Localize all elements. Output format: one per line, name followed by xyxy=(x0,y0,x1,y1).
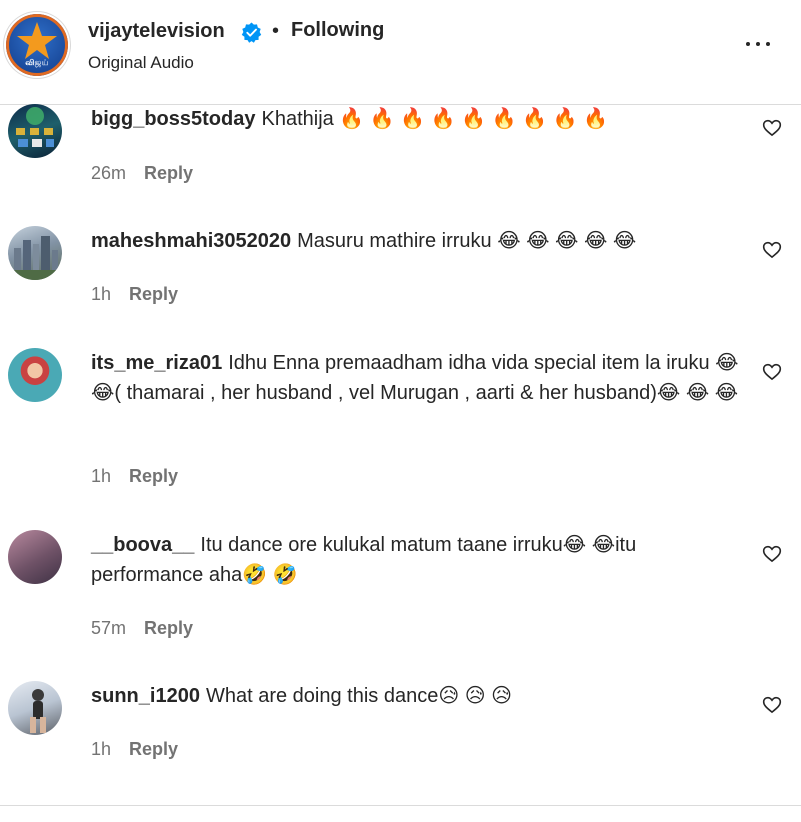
bigg-boss-logo-icon xyxy=(16,107,54,147)
heart-icon[interactable] xyxy=(762,240,782,260)
comment-text: sunn_i1200 What are doing this dance😥 😥 😥 xyxy=(91,681,741,711)
comment-text: maheshmahi3052020 Masuru mathire irruku 😂… xyxy=(91,226,741,256)
avatar[interactable] xyxy=(8,226,62,280)
avatar[interactable] xyxy=(8,681,62,735)
comment-body: What are doing this dance😥 😥 😥 xyxy=(205,685,512,707)
comment-time: 26m xyxy=(91,163,127,183)
comment-time: 1h xyxy=(91,739,112,759)
comment-meta: 26m Reply xyxy=(91,163,193,184)
divider xyxy=(0,805,801,806)
comment-meta: 1h Reply xyxy=(91,466,178,487)
heart-icon[interactable] xyxy=(762,362,782,382)
comment-text: its_me_riza01 Idhu Enna premaadham idha v… xyxy=(91,348,741,408)
avatar[interactable] xyxy=(8,530,62,584)
reply-button[interactable]: Reply xyxy=(144,163,193,183)
reply-button[interactable]: Reply xyxy=(129,284,178,304)
account-avatar[interactable]: விஜய் xyxy=(6,14,68,76)
heart-icon[interactable] xyxy=(762,544,782,564)
reply-button[interactable]: Reply xyxy=(129,739,178,759)
comment-text: __boova__ Itu dance ore kulukal matum taa… xyxy=(91,530,741,590)
reply-button[interactable]: Reply xyxy=(129,466,178,486)
audio-label[interactable]: Original Audio xyxy=(88,53,194,73)
star-logo-icon xyxy=(17,22,57,59)
comment-body: Khathija 🔥 🔥 🔥 🔥 🔥 🔥 🔥 🔥 🔥 xyxy=(261,108,608,130)
comment-meta: 1h Reply xyxy=(91,739,178,760)
more-options-icon[interactable] xyxy=(744,32,774,56)
city-photo-icon xyxy=(8,236,62,280)
account-name[interactable]: vijaytelevision xyxy=(88,20,225,43)
comment-username[interactable]: bigg_boss5today xyxy=(91,108,255,130)
comment-body: Masuru mathire irruku 😂 😂 😂 😂 😂 xyxy=(297,230,637,252)
comment-time: 1h xyxy=(91,284,112,304)
comment-username[interactable]: sunn_i1200 xyxy=(91,685,200,707)
comment-username[interactable]: __boova__ xyxy=(91,534,194,556)
avatar[interactable] xyxy=(8,104,62,158)
reply-button[interactable]: Reply xyxy=(144,618,193,638)
separator-dot: • xyxy=(272,20,280,42)
heart-icon[interactable] xyxy=(762,118,782,138)
verified-badge-icon xyxy=(241,22,262,43)
avatar[interactable] xyxy=(8,348,62,402)
following-button[interactable]: Following xyxy=(291,19,384,42)
post-header: விஜய் vijaytelevision • Following Origin… xyxy=(0,0,801,105)
comment-meta: 1h Reply xyxy=(91,284,178,305)
comment-username[interactable]: maheshmahi3052020 xyxy=(91,230,291,252)
heart-icon[interactable] xyxy=(762,695,782,715)
comment-username[interactable]: its_me_riza01 xyxy=(91,352,222,374)
comment-time: 57m xyxy=(91,618,127,638)
person-photo-icon xyxy=(30,689,46,733)
comment-text: bigg_boss5today Khathija 🔥 🔥 🔥 🔥 🔥 🔥 🔥 🔥 … xyxy=(91,104,741,134)
logo-text: விஜய் xyxy=(25,58,49,67)
comment-time: 1h xyxy=(91,466,112,486)
comment-meta: 57m Reply xyxy=(91,618,193,639)
